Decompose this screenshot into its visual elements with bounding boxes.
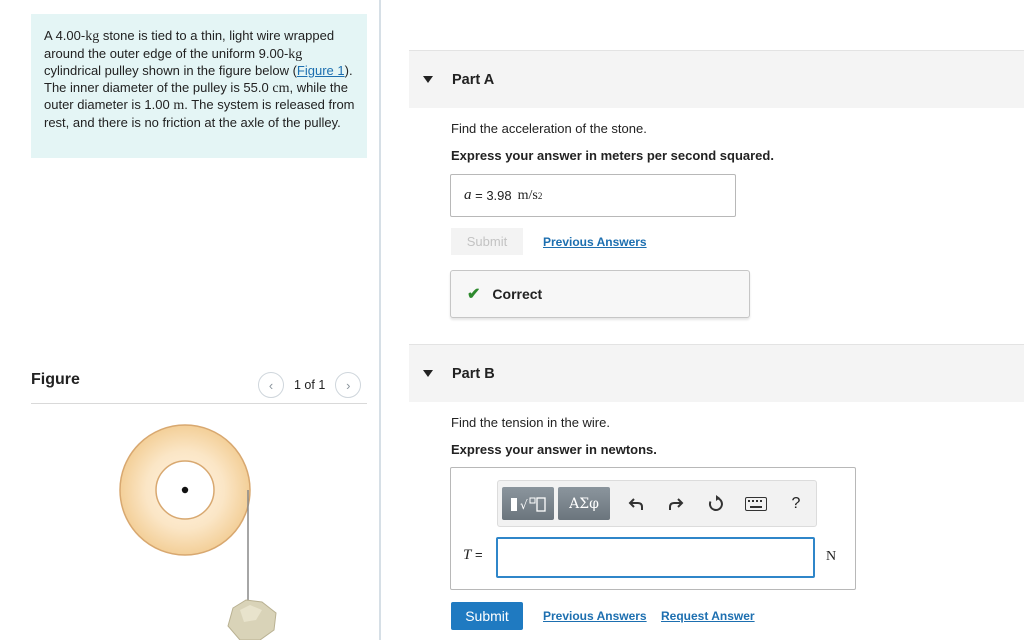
part-a-instruction: Express your answer in meters per second… <box>451 148 774 163</box>
part-b-title: Part B <box>452 365 495 382</box>
correct-feedback: ✔ Correct <box>450 270 750 318</box>
figure-title: Figure <box>31 371 80 388</box>
newton-unit: N <box>826 549 837 564</box>
math-toolbar: √ ΑΣφ ? <box>497 480 817 527</box>
part-b-question: Find the tension in the wire. <box>451 415 610 430</box>
chevron-left-icon[interactable]: ‹ <box>258 372 284 398</box>
equals-sign: = <box>471 547 487 562</box>
problem-text: A 4.00- <box>44 28 86 43</box>
pager-text: 1 of 1 <box>294 378 326 392</box>
problem-text: cylindrical pulley shown in the figure b… <box>44 63 297 78</box>
caret-down-icon <box>423 370 433 377</box>
correct-label: Correct <box>492 286 543 302</box>
templates-glyph: √ <box>511 496 546 512</box>
divider <box>31 403 367 404</box>
equals-sign: = <box>471 188 487 203</box>
part-a-answer-field: a = 3.98 m/s 2 <box>450 174 736 217</box>
reset-icon[interactable] <box>696 487 736 520</box>
unit-kg: kg <box>288 46 303 62</box>
pulley-figure <box>119 424 277 640</box>
undo-icon[interactable] <box>616 487 656 520</box>
part-b-submit-button[interactable]: Submit <box>451 602 523 630</box>
greek-symbols-button[interactable]: ΑΣφ <box>558 487 610 520</box>
request-answer-link[interactable]: Request Answer <box>661 609 755 623</box>
help-button[interactable]: ? <box>776 487 816 520</box>
answer-unit: m/s <box>517 187 538 203</box>
redo-icon[interactable] <box>656 487 696 520</box>
panel-divider <box>379 0 381 640</box>
svg-text:√: √ <box>520 498 528 512</box>
part-b-instruction: Express your answer in newtons. <box>451 442 657 457</box>
answer-value: 3.98 <box>486 188 512 203</box>
figure-link[interactable]: Figure 1 <box>297 63 345 78</box>
keyboard-icon[interactable] <box>736 487 776 520</box>
part-a-title: Part A <box>452 71 495 88</box>
answer-unit-exponent: 2 <box>537 190 543 201</box>
left-panel: A 4.00-kg stone is tied to a thin, light… <box>0 0 380 640</box>
part-a-previous-answers-link[interactable]: Previous Answers <box>543 235 647 249</box>
chevron-right-icon[interactable]: › <box>335 372 362 398</box>
part-a-header[interactable]: Part A <box>409 50 1024 108</box>
tension-label: T = <box>463 547 486 564</box>
tension-input[interactable] <box>496 537 815 578</box>
unit-cm: cm <box>272 80 290 96</box>
part-b-header[interactable]: Part B <box>409 344 1024 402</box>
part-a-question: Find the acceleration of the stone. <box>451 121 647 136</box>
part-b-previous-answers-link[interactable]: Previous Answers <box>543 609 647 623</box>
axle-dot <box>181 486 189 494</box>
figure-pager: ‹ 1 of 1 › <box>258 372 362 398</box>
answer-variable: a <box>464 187 472 203</box>
checkmark-icon: ✔ <box>467 286 481 303</box>
unit-m: m <box>173 98 185 113</box>
templates-icon[interactable]: √ <box>502 487 554 520</box>
unit-kg: kg <box>85 29 100 44</box>
caret-down-icon <box>423 76 433 83</box>
problem-statement: A 4.00-kg stone is tied to a thin, light… <box>31 14 367 158</box>
part-a-submit-button[interactable]: Submit <box>451 228 523 255</box>
